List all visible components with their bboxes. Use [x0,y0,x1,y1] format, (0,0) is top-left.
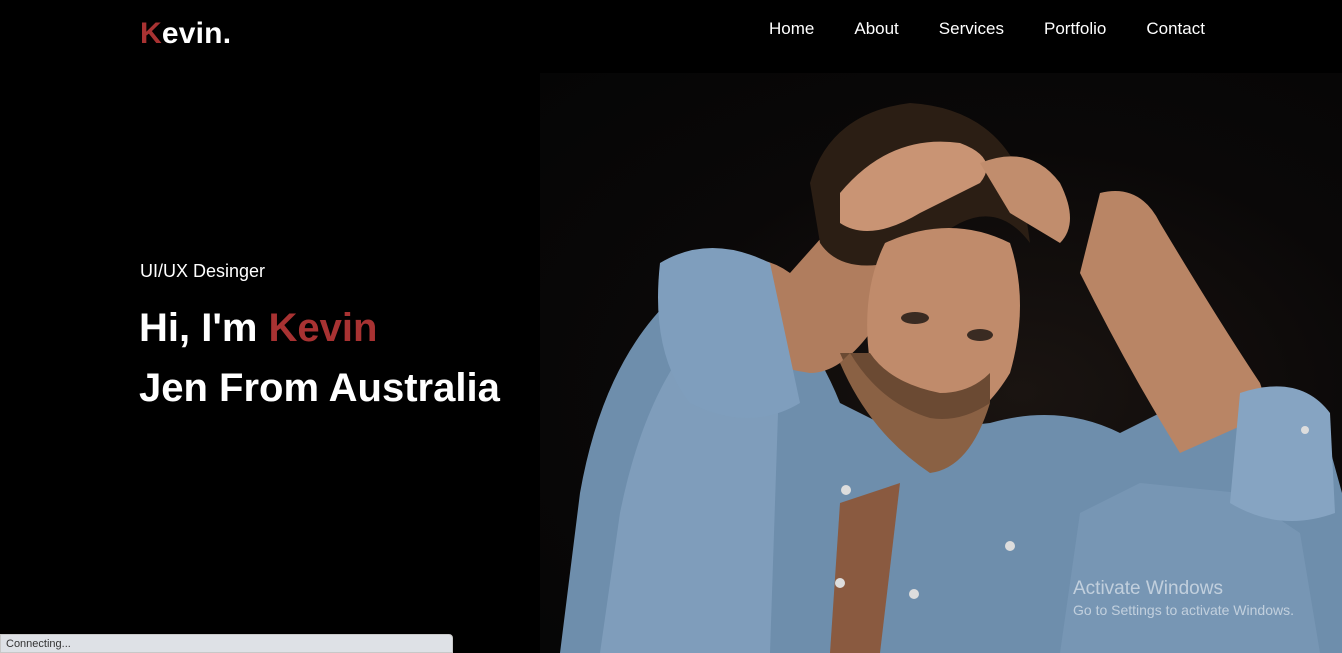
logo-rest: evin. [161,17,232,50]
page: Kevin. Home About Services Portfolio Con… [0,0,1342,653]
hero-greeting-line: Hi, I'm Kevin [139,298,500,358]
logo[interactable]: Kevin. [140,17,231,51]
portrait-illustration [560,103,1342,653]
hero-photo [540,73,1342,653]
browser-status-bar: Connecting... [0,634,453,653]
nav-home[interactable]: Home [769,19,814,39]
hero-name: Kevin [268,306,378,350]
nav-contact[interactable]: Contact [1146,19,1205,39]
watermark-title: Activate Windows [1073,578,1223,599]
watermark-subtitle: Go to Settings to activate Windows. [1073,602,1294,618]
logo-initial: K [140,17,162,50]
nav-services[interactable]: Services [939,19,1004,39]
hero-role: UI/UX Desinger [140,261,266,281]
hero-headline: Hi, I'm Kevin Jen From Australia [139,298,500,418]
hero-line2: Jen From Australia [139,366,500,410]
nav-portfolio[interactable]: Portfolio [1044,19,1106,39]
hero-greeting: Hi, I'm [139,306,269,350]
windows-activation-watermark: Activate Windows Go to Settings to activ… [1073,578,1294,618]
main-nav: Home About Services Portfolio Contact [769,19,1205,39]
nav-about[interactable]: About [854,19,898,39]
